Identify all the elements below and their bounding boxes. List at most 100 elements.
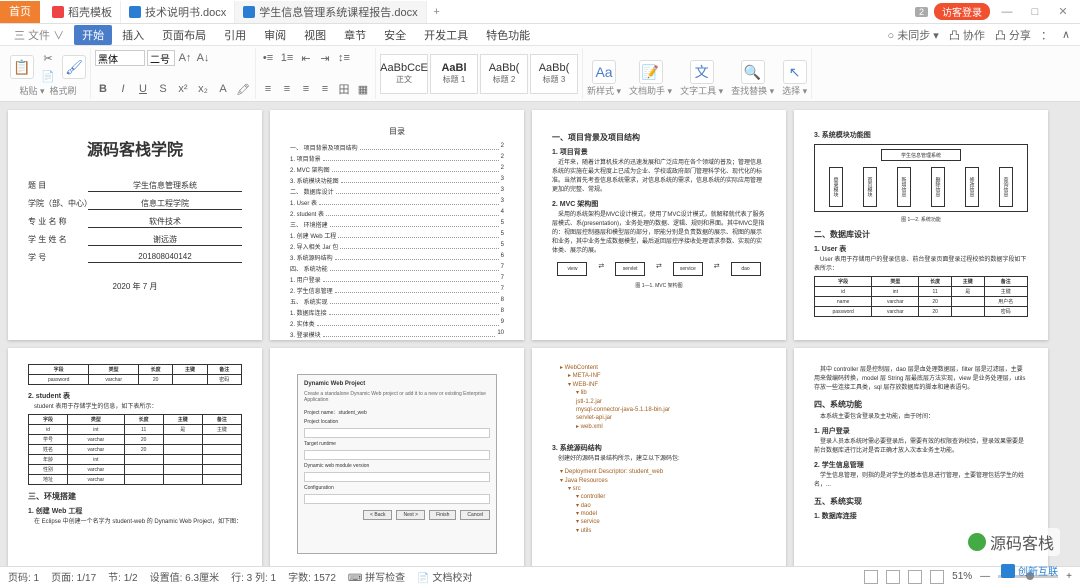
status-page-no[interactable]: 页码: 1 (8, 569, 39, 584)
status-proofread[interactable]: 📄 文档校对 (417, 569, 472, 584)
ribbon-clipboard: 📋 ✂ 📄 🖌 粘贴 ▾ 格式刷 (6, 48, 91, 99)
tree-item: jstl-1.2.jar (552, 398, 766, 406)
ribbon-styles: AaBbCcE正文 AaBl标题 1 AaBb(标题 2 AaBb(标题 3 (376, 48, 583, 99)
tab-doc-1[interactable]: 技术说明书.docx (121, 1, 235, 23)
login-button[interactable]: 访客登录 (934, 3, 990, 20)
super-icon[interactable]: x² (175, 81, 191, 97)
align-right-icon[interactable]: ≡ (298, 81, 314, 97)
menu-section[interactable]: 章节 (336, 25, 374, 45)
status-wordcount[interactable]: 字数: 1572 (288, 569, 336, 584)
style-h2[interactable]: AaBb(标题 2 (480, 54, 528, 94)
more-button[interactable]: ： (1041, 27, 1052, 43)
menu-dev[interactable]: 开发工具 (416, 25, 476, 45)
sub-icon[interactable]: x₂ (195, 81, 211, 97)
menu-file[interactable]: 三 文件 ∨ (6, 25, 72, 45)
h: 三、环境搭建 (28, 491, 242, 502)
paste-icon[interactable]: 📋 (10, 55, 34, 79)
view-read-icon[interactable] (908, 570, 922, 584)
highlight-icon[interactable]: 🖍 (235, 81, 251, 97)
menu-start[interactable]: 开始 (74, 25, 112, 45)
align-left-icon[interactable]: ≡ (260, 81, 276, 97)
view-web-icon[interactable] (930, 570, 944, 584)
tree-item: ▾ controller (552, 493, 766, 501)
style-h3[interactable]: AaBb(标题 3 (530, 54, 578, 94)
toc-line: 3. 系统模块功能图3 (290, 176, 504, 185)
module-child: 首页模块 (863, 167, 877, 207)
underline-icon[interactable]: U (135, 81, 151, 97)
font-color-icon[interactable]: A (215, 81, 231, 97)
status-rowcol: 行: 3 列: 1 (231, 569, 276, 584)
caption: 图 1—1. MVC 架构图 (552, 282, 766, 289)
minimize-button[interactable]: — (996, 3, 1018, 21)
shrink-font-icon[interactable]: A↓ (195, 50, 211, 66)
share-button[interactable]: 凸 分享 (995, 27, 1031, 43)
border-icon[interactable]: 田 (336, 81, 352, 97)
word-icon (243, 6, 255, 18)
bold-icon[interactable]: B (95, 81, 111, 97)
view-outline-icon[interactable] (886, 570, 900, 584)
toc-line: 五、 系统实现8 (290, 297, 504, 306)
grow-font-icon[interactable]: A↑ (177, 50, 193, 66)
menu-security[interactable]: 安全 (376, 25, 414, 45)
h: 2. student 表 (28, 391, 242, 401)
view-print-icon[interactable] (864, 570, 878, 584)
line-spacing-icon[interactable]: ↕≡ (336, 50, 352, 66)
justify-icon[interactable]: ≡ (317, 81, 333, 97)
strike-icon[interactable]: S (155, 81, 171, 97)
ribbon-tools: Aa新样式 ▾ 📝文档助手 ▾ 文文字工具 ▾ 🔍查找替换 ▾ ↖选择 ▾ (583, 48, 812, 99)
close-button[interactable]: ✕ (1052, 3, 1074, 21)
menu-ref[interactable]: 引用 (216, 25, 254, 45)
para: 近年来，随着计算机技术的迅速发展和广泛应用在各个领域的普及；管理信息系统的实施在… (552, 159, 766, 195)
style-h1[interactable]: AaBl标题 1 (430, 54, 478, 94)
style-normal[interactable]: AaBbCcE正文 (380, 54, 428, 94)
user-table: 字段类型长度主键备注idint11是主键namevarchar20用户名pass… (814, 276, 1028, 317)
newstyle-icon[interactable]: Aa (592, 60, 616, 84)
maximize-button[interactable]: □ (1024, 3, 1046, 21)
home-tab[interactable]: 首页 (0, 1, 40, 23)
page-4: 3. 系统模块功能图 学生信息管理系统 登录模块首页模块新增信息删除信息修改信息… (794, 110, 1048, 340)
tab-doc-2[interactable]: 学生信息管理系统课程报告.docx (235, 1, 426, 23)
tab-templates[interactable]: 稻壳模板 (44, 1, 121, 23)
status-page-of[interactable]: 页面: 1/17 (51, 569, 96, 584)
sync-status[interactable]: ○ 未同步 ▾ (888, 27, 939, 43)
toc-line: 1. 用户登录7 (290, 275, 504, 284)
status-spellcheck[interactable]: ⌨ 拼写检查 (348, 569, 405, 584)
h: 四、系统功能 (814, 399, 1028, 410)
menu-review[interactable]: 审阅 (256, 25, 294, 45)
shading-icon[interactable]: ▦ (355, 81, 371, 97)
align-center-icon[interactable]: ≡ (279, 81, 295, 97)
bullets-icon[interactable]: •≡ (260, 50, 276, 66)
tree-item: mysql-connector-java-5.1.18-bin.jar (552, 406, 766, 414)
zoom-value[interactable]: 51% (952, 571, 972, 582)
docassist-icon[interactable]: 📝 (639, 60, 663, 84)
cut-icon[interactable]: ✂ (40, 50, 56, 66)
new-tab-button[interactable]: + (427, 6, 447, 18)
document-area[interactable]: 源码客栈学院 题 目学生信息管理系统学院（部、中心）信息工程学院专 业 名 称软… (0, 102, 1080, 566)
indent-inc-icon[interactable]: ⇥ (317, 50, 333, 66)
select-icon[interactable]: ↖ (783, 60, 807, 84)
numbering-icon[interactable]: 1≡ (279, 50, 295, 66)
indent-dec-icon[interactable]: ⇤ (298, 50, 314, 66)
menu-feature[interactable]: 特色功能 (478, 25, 538, 45)
find-icon[interactable]: 🔍 (741, 60, 765, 84)
collapse-ribbon-button[interactable]: ∧ (1062, 28, 1070, 41)
notification-badge[interactable]: 2 (915, 7, 928, 17)
menu-layout[interactable]: 页面布局 (154, 25, 214, 45)
font-size-input[interactable] (147, 50, 175, 66)
texttool-icon[interactable]: 文 (690, 60, 714, 84)
toc-line: 三、 环境搭建5 (290, 220, 504, 229)
menu-view[interactable]: 视图 (296, 25, 334, 45)
tab-label: 技术说明书.docx (145, 4, 226, 20)
format-brush-icon[interactable]: 🖌 (62, 55, 86, 79)
zoom-out-button[interactable]: — (980, 571, 990, 582)
h: 3. 系统模块功能图 (814, 130, 1028, 140)
h: 一、项目背景及项目结构 (552, 132, 766, 143)
copy-icon[interactable]: 📄 (40, 68, 56, 84)
italic-icon[interactable]: I (115, 81, 131, 97)
menu-insert[interactable]: 插入 (114, 25, 152, 45)
font-name-input[interactable] (95, 50, 145, 66)
tree-item: ▾ Java Resources (552, 477, 766, 485)
collab-button[interactable]: 凸 协作 (949, 27, 985, 43)
zoom-in-button[interactable]: + (1066, 571, 1072, 582)
h: 1. 创建 Web 工程 (28, 506, 242, 516)
